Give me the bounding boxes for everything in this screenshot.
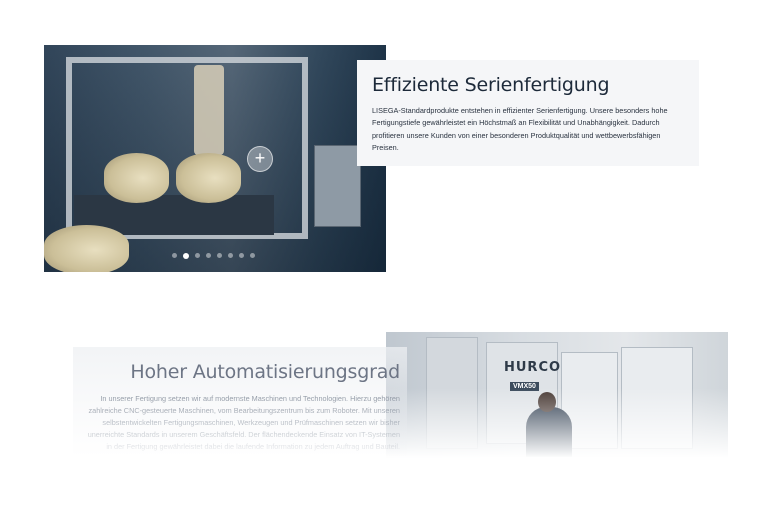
- carousel-dot[interactable]: [250, 253, 255, 258]
- section-title: Hoher Automatisierungsgrad: [130, 361, 400, 383]
- product-ring: [44, 225, 129, 272]
- section-title: Effiziente Serienfertigung: [372, 74, 610, 96]
- carousel-dot[interactable]: [195, 253, 200, 258]
- section-description: LISEGA-Standardprodukte entstehen in eff…: [372, 106, 668, 152]
- product-roll: [176, 153, 241, 203]
- section-description: In unserer Fertigung setzen wir auf mode…: [87, 394, 400, 451]
- product-roll: [104, 153, 169, 203]
- expand-plus-button[interactable]: +: [247, 146, 273, 172]
- pipe: [194, 65, 224, 155]
- machine-brand-label: HURCO: [504, 360, 562, 375]
- plus-icon: +: [254, 148, 266, 168]
- control-cabinet: [314, 145, 361, 227]
- carousel-dots[interactable]: [172, 252, 255, 259]
- serial-production-card: Effiziente Serienfertigung LISEGA-Standa…: [357, 60, 699, 166]
- automation-card: Hoher Automatisierungsgrad In unserer Fe…: [73, 347, 407, 457]
- image-fade: [386, 388, 728, 458]
- carousel-dot[interactable]: [206, 253, 211, 258]
- carousel-dot[interactable]: [228, 253, 233, 258]
- production-photo-carousel[interactable]: +: [44, 45, 386, 272]
- carousel-dot[interactable]: [172, 253, 177, 258]
- carousel-dot[interactable]: [183, 252, 189, 259]
- carousel-dot[interactable]: [217, 253, 222, 258]
- carousel-dot[interactable]: [239, 253, 244, 258]
- automation-photo: HURCO VMX50: [386, 332, 728, 458]
